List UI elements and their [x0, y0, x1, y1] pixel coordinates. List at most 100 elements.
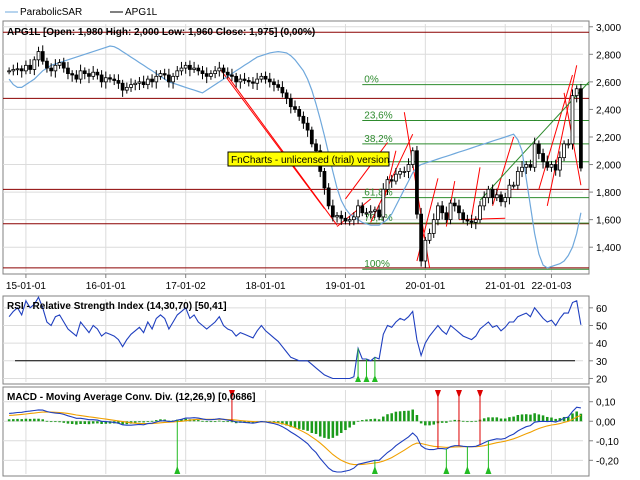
- candle-down: [28, 64, 32, 70]
- candle-down: [528, 164, 533, 168]
- macd-histogram-bar: [7, 419, 11, 422]
- candle-down: [82, 70, 87, 74]
- macd-histogram-bar: [503, 418, 507, 422]
- candle-up: [11, 69, 16, 72]
- candle-up: [574, 88, 579, 97]
- candle-up: [15, 68, 20, 71]
- candle-up: [482, 197, 487, 207]
- macd-histogram-bar: [16, 418, 19, 422]
- macd-histogram-bar: [369, 419, 372, 422]
- macd-histogram-bar: [12, 419, 15, 422]
- macd-histogram-bar: [327, 421, 330, 439]
- candle-up: [532, 143, 537, 168]
- candle-down: [45, 60, 49, 69]
- candle-up: [558, 157, 562, 171]
- candle-down: [490, 188, 495, 198]
- macd-histogram-bar: [419, 421, 423, 424]
- macd-histogram-bar: [546, 416, 549, 422]
- macd-histogram-bar: [66, 421, 70, 424]
- macd-histogram-bar: [45, 420, 49, 422]
- macd-histogram-bar: [537, 414, 541, 422]
- rsi-y-tick-label: 50: [596, 321, 608, 332]
- macd-histogram-bar: [365, 419, 368, 422]
- candle-down: [263, 75, 268, 80]
- macd-histogram-bar: [20, 419, 23, 422]
- candle-up: [570, 95, 575, 145]
- macd-histogram-bar: [314, 421, 318, 434]
- candle-up: [524, 164, 529, 168]
- macd-histogram-bar: [91, 421, 95, 424]
- macd-histogram-bar: [213, 421, 217, 423]
- candle-down: [150, 78, 154, 83]
- macd-histogram-bar: [41, 419, 44, 422]
- macd-histogram-bar: [323, 421, 326, 438]
- candle-up: [91, 71, 96, 77]
- candle-up: [209, 73, 213, 77]
- price-x-tick-label: 21-01-01: [485, 281, 525, 292]
- candle-up: [385, 179, 390, 190]
- stock-chart: ParabolicSAR APG1L 0%23,6%38,2%50%61,8%7…: [0, 0, 640, 480]
- macd-histogram-bar: [495, 417, 499, 422]
- candle-up: [503, 197, 508, 203]
- price-y-tick-label: 2,000: [596, 161, 621, 172]
- macd-histogram-bar: [75, 421, 78, 425]
- candle-up: [57, 62, 62, 66]
- price-y-tick-label: 1,800: [596, 188, 621, 199]
- fib-level-label: 23,6%: [364, 110, 392, 121]
- candle-down: [541, 153, 545, 163]
- macd-histogram-bar: [70, 421, 74, 424]
- candle-up: [36, 51, 41, 61]
- candle-down: [162, 73, 167, 76]
- macd-histogram-bar: [390, 413, 393, 422]
- macd-histogram-bar: [209, 421, 213, 423]
- macd-histogram-bar: [201, 420, 204, 422]
- macd-histogram-bar: [445, 421, 448, 423]
- macd-histogram-bar: [554, 418, 557, 422]
- macd-histogram-bar: [356, 420, 360, 422]
- candle-down: [293, 106, 297, 110]
- macd-histogram-bar: [150, 420, 154, 422]
- macd-histogram-bar: [83, 421, 87, 424]
- candle-up: [171, 75, 175, 83]
- candle-down: [553, 164, 558, 171]
- candle-up: [154, 75, 159, 83]
- candle-up: [402, 171, 407, 173]
- candle-down: [309, 129, 314, 145]
- macd-histogram-bar: [54, 421, 57, 423]
- candle-down: [297, 109, 302, 117]
- candle-down: [267, 78, 272, 83]
- candle-down: [288, 98, 293, 108]
- candle-down: [188, 64, 192, 70]
- candle-down: [234, 75, 239, 83]
- rsi-y-tick-label: 20: [596, 374, 608, 385]
- candle-down: [108, 77, 112, 80]
- macd-histogram-bar: [432, 421, 436, 425]
- macd-histogram-bar: [24, 418, 28, 422]
- candle-up: [494, 194, 499, 199]
- legend-parabolic-sar-label: ParabolicSAR: [20, 7, 82, 18]
- candle-down: [326, 187, 331, 207]
- macd-histogram-bar: [87, 421, 91, 425]
- candle-down: [112, 78, 117, 81]
- macd-histogram-bar: [339, 421, 343, 433]
- candle-up: [373, 209, 377, 212]
- candle-down: [87, 73, 91, 77]
- candle-up: [78, 70, 83, 80]
- candle-down: [70, 73, 75, 76]
- macd-histogram-bar: [529, 414, 532, 422]
- candle-up: [356, 205, 360, 218]
- candle-down: [465, 219, 470, 222]
- candle-up: [473, 219, 478, 223]
- candle-down: [444, 212, 449, 221]
- price-y-tick-label: 1,400: [596, 243, 621, 254]
- macd-histogram-bar: [440, 421, 444, 423]
- candle-up: [32, 59, 37, 70]
- fib-level-label: 100%: [364, 259, 390, 270]
- macd-histogram-bar: [79, 421, 82, 424]
- macd-histogram-bar: [335, 421, 339, 436]
- macd-histogram-bar: [394, 411, 398, 422]
- macd-histogram-bar: [411, 409, 414, 422]
- macd-histogram-bar: [96, 421, 99, 424]
- macd-histogram-bar: [205, 421, 208, 423]
- candle-up: [351, 216, 356, 221]
